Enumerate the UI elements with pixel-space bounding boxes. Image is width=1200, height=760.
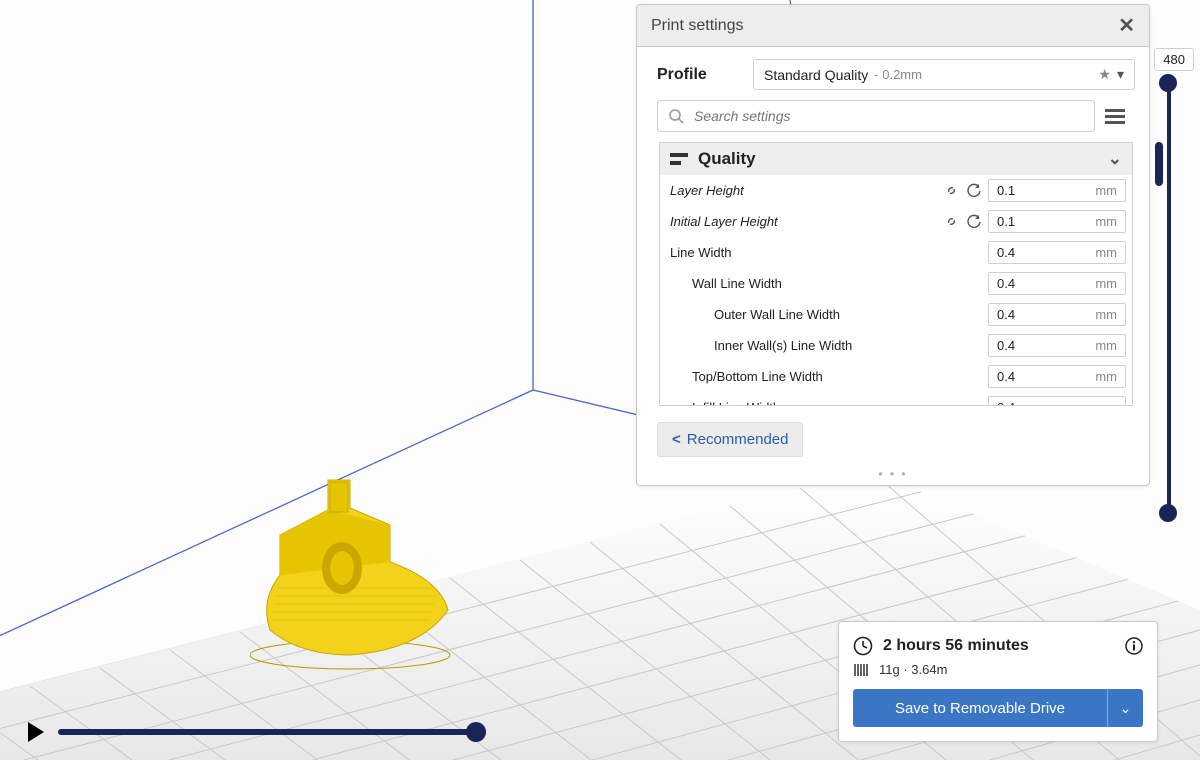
setting-value-input[interactable]: 0.4 mm: [988, 272, 1126, 295]
setting-value: 0.4: [997, 369, 1015, 384]
setting-row: Initial Layer Height 0.1 mm: [660, 206, 1132, 237]
setting-value: 0.4: [997, 245, 1015, 260]
chevron-down-icon: ⌄: [1120, 700, 1132, 717]
search-input[interactable]: [692, 107, 1084, 125]
profile-sub: - 0.2mm: [874, 67, 922, 82]
panel-resize-grip[interactable]: • • •: [637, 467, 1149, 485]
profile-select[interactable]: Standard Quality - 0.2mm ★ ▾: [753, 59, 1135, 90]
setting-unit: mm: [1095, 338, 1117, 353]
settings-search[interactable]: [657, 100, 1095, 132]
layer-range-track[interactable]: [1167, 82, 1171, 514]
search-icon: [668, 108, 684, 124]
panel-title: Print settings: [651, 17, 743, 35]
setting-value-input[interactable]: 0.4 mm: [988, 303, 1126, 326]
setting-value-input[interactable]: 0.4 mm: [988, 334, 1126, 357]
layer-range-handle-bottom[interactable]: [1159, 504, 1177, 522]
chevron-left-icon: <: [672, 431, 681, 448]
chevron-down-icon[interactable]: ▾: [1117, 66, 1124, 83]
info-icon[interactable]: [1125, 637, 1143, 655]
section-title: Quality: [698, 149, 756, 169]
recommended-label: Recommended: [687, 431, 789, 448]
section-quality[interactable]: Quality ⌄: [660, 143, 1132, 175]
setting-unit: mm: [1095, 307, 1117, 322]
layer-range-handle-top[interactable]: [1159, 74, 1177, 92]
save-button[interactable]: Save to Removable Drive: [853, 689, 1107, 727]
playback-handle[interactable]: [466, 722, 486, 742]
play-icon[interactable]: [28, 722, 44, 742]
setting-unit: mm: [1095, 245, 1117, 260]
recommended-button[interactable]: < Recommended: [657, 422, 803, 457]
setting-unit: mm: [1095, 400, 1117, 406]
setting-row: Line Width 0.4 mm: [660, 237, 1132, 268]
reset-icon[interactable]: [967, 183, 982, 198]
setting-row: Inner Wall(s) Line Width 0.4 mm: [660, 330, 1132, 361]
setting-label: Outer Wall Line Width: [670, 307, 988, 322]
setting-row: Outer Wall Line Width 0.4 mm: [660, 299, 1132, 330]
profile-name: Standard Quality: [764, 67, 868, 83]
setting-label: Inner Wall(s) Line Width: [670, 338, 988, 353]
setting-row: Top/Bottom Line Width 0.4 mm: [660, 361, 1132, 392]
setting-value-input[interactable]: 0.4 mm: [988, 241, 1126, 264]
setting-label: Initial Layer Height: [670, 214, 944, 229]
setting-row: Wall Line Width 0.4 mm: [660, 268, 1132, 299]
setting-value: 0.1: [997, 183, 1015, 198]
settings-scrollbar-thumb[interactable]: [1155, 142, 1163, 186]
material-usage: 11g · 3.64m: [879, 662, 947, 677]
filament-icon: [853, 663, 871, 677]
layer-slider-max-label: 480: [1154, 48, 1194, 71]
setting-row: Layer Height 0.1 mm: [660, 175, 1132, 206]
setting-unit: mm: [1095, 369, 1117, 384]
setting-value-input[interactable]: 0.1 mm: [988, 179, 1126, 202]
link-icon[interactable]: [944, 214, 959, 229]
setting-value: 0.4: [997, 276, 1015, 291]
print-settings-panel: Print settings ✕ Profile Standard Qualit…: [636, 4, 1150, 486]
layer-range-slider[interactable]: [1158, 74, 1178, 522]
star-icon[interactable]: ★: [1098, 66, 1111, 83]
playback-track[interactable]: [58, 729, 478, 735]
setting-value-input[interactable]: 0.4 mm: [988, 396, 1126, 406]
link-icon[interactable]: [944, 183, 959, 198]
setting-unit: mm: [1095, 214, 1117, 229]
setting-unit: mm: [1095, 183, 1117, 198]
settings-visibility-menu-icon[interactable]: [1105, 104, 1129, 128]
save-dropdown[interactable]: ⌄: [1107, 689, 1143, 727]
model-preview[interactable]: [250, 470, 460, 670]
setting-value: 0.4: [997, 400, 1015, 406]
setting-label: Line Width: [670, 245, 988, 260]
print-summary-card: 2 hours 56 minutes 11g · 3.64m Save to R…: [838, 621, 1158, 742]
reset-icon[interactable]: [967, 214, 982, 229]
clock-icon: [853, 636, 873, 656]
setting-label: Layer Height: [670, 183, 944, 198]
setting-value: 0.4: [997, 338, 1015, 353]
save-label: Save to Removable Drive: [895, 700, 1065, 717]
setting-value-input[interactable]: 0.1 mm: [988, 210, 1126, 233]
setting-row: Infill Line Width 0.4 mm: [660, 392, 1132, 406]
setting-label: Infill Line Width: [670, 400, 988, 406]
layer-playback-slider[interactable]: [28, 722, 478, 742]
setting-unit: mm: [1095, 276, 1117, 291]
chevron-down-icon[interactable]: ⌄: [1108, 149, 1122, 169]
profile-label: Profile: [657, 66, 737, 84]
setting-label: Wall Line Width: [670, 276, 988, 291]
setting-value-input[interactable]: 0.4 mm: [988, 365, 1126, 388]
setting-value: 0.1: [997, 214, 1015, 229]
close-icon[interactable]: ✕: [1118, 13, 1135, 38]
setting-label: Top/Bottom Line Width: [670, 369, 988, 384]
print-time: 2 hours 56 minutes: [883, 637, 1029, 655]
quality-icon: [670, 153, 688, 165]
setting-value: 0.4: [997, 307, 1015, 322]
settings-list[interactable]: Quality ⌄ Layer Height0.1mmInitial Layer…: [659, 142, 1133, 406]
